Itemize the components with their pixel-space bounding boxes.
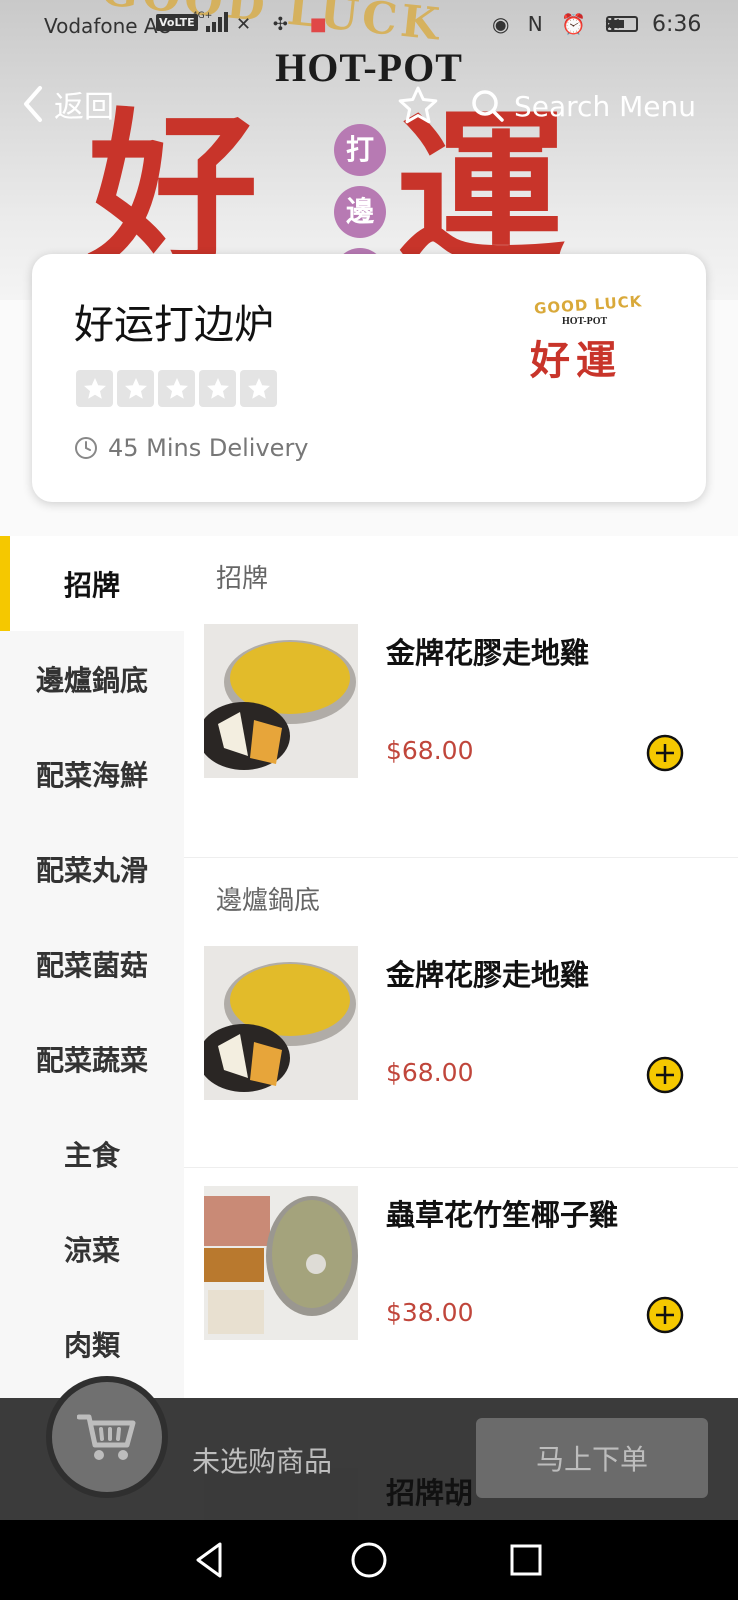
search-label: Search Menu [514,89,696,123]
home-circle-icon[interactable] [347,1538,391,1582]
star-favorite-icon[interactable] [396,84,440,128]
back-button[interactable]: 返回 [18,82,114,126]
cart-button[interactable] [52,1382,162,1492]
star-icon [158,370,195,407]
status-bar: Vodafone AU VoLTE 4G+ ✕ ✣ ■ ◉ N ⏰ ✱ 6:36 [0,0,738,50]
category-item-balls[interactable]: 配菜丸滑 [0,821,184,916]
star-icon [199,370,236,407]
recents-square-icon[interactable] [504,1538,548,1582]
notification-icons: ✕ ✣ ■ [236,14,335,35]
back-triangle-icon[interactable] [188,1538,232,1582]
chevron-left-icon [24,86,42,122]
dish-price: $68.00 [386,736,474,765]
category-item-vegetables[interactable]: 配菜蔬菜 [0,1011,184,1106]
dish-name: 蟲草花竹笙椰子雞 [386,1198,619,1232]
place-order-button[interactable]: 马上下单 [476,1418,708,1498]
search-menu-button[interactable]: Search Menu [470,84,696,128]
category-item-cold-dishes[interactable]: 涼菜 [0,1201,184,1296]
section-title: 招牌 [216,563,269,594]
hero-seal-1: 打 [334,124,386,176]
restaurant-card: 好运打边炉 45 Mins Delivery GOOD LUCK HOT-POT… [32,254,706,502]
cart-empty-label: 未选购商品 [192,1445,333,1478]
menu-list[interactable]: 招牌 金牌花膠走地雞 $68.00 邊爐鍋底 金牌花膠走地雞 $68.00 蟲草… [184,536,738,1400]
dish-price: $68.00 [386,1058,474,1087]
dish-name: 金牌花膠走地雞 [386,636,590,670]
star-icon [117,370,154,407]
star-icon [76,370,113,407]
category-item-seafood[interactable]: 配菜海鮮 [0,726,184,821]
category-sidebar: 招牌 邊爐鍋底 配菜海鮮 配菜丸滑 配菜菌菇 配菜蔬菜 主食 涼菜 肉類 [0,536,184,1400]
star-icon [240,370,277,407]
battery-icon [606,16,638,32]
category-item-signature[interactable]: 招牌 [0,536,184,631]
dish-price: $38.00 [386,1298,474,1327]
dish-name: 金牌花膠走地雞 [386,958,590,992]
category-item-mushrooms[interactable]: 配菜菌菇 [0,916,184,1011]
shopping-cart-icon [77,1414,136,1460]
rating-stars [76,370,277,407]
carrier-label: Vodafone AU [44,14,173,38]
dish-name: 招牌胡 [386,1476,474,1510]
restaurant-logo: GOOD LUCK HOT-POT 好運 [530,292,643,384]
system-nav-bar [0,1520,738,1600]
hero-seal-2: 邊 [334,186,386,238]
add-to-cart-button[interactable] [646,734,684,772]
signal-icon: 4G+ [192,11,228,32]
add-to-cart-button[interactable] [646,1056,684,1094]
dish-image [204,624,358,778]
hero-char-left: 好 [88,94,259,292]
category-item-staple[interactable]: 主食 [0,1106,184,1201]
back-label: 返回 [54,90,114,125]
add-to-cart-button[interactable] [646,1296,684,1334]
menu-item[interactable]: 金牌花膠走地雞 $68.00 [184,938,738,1168]
delivery-time: 45 Mins Delivery [74,434,309,462]
network-type: 4G+ [192,11,212,21]
delivery-label: 45 Mins Delivery [108,434,309,462]
menu-item[interactable]: 蟲草花竹笙椰子雞 $38.00 [184,1168,738,1400]
search-icon [472,90,504,122]
dish-image [204,946,358,1100]
section-title: 邊爐鍋底 [216,885,321,916]
dish-image [204,1186,358,1340]
restaurant-name: 好运打边炉 [74,302,274,348]
clock-icon [75,437,97,459]
category-item-hotpot-base[interactable]: 邊爐鍋底 [0,631,184,726]
clock: 6:36 [652,12,702,37]
hero-char-right: 運 [396,94,567,292]
menu-item[interactable]: 金牌花膠走地雞 $68.00 [184,616,738,858]
